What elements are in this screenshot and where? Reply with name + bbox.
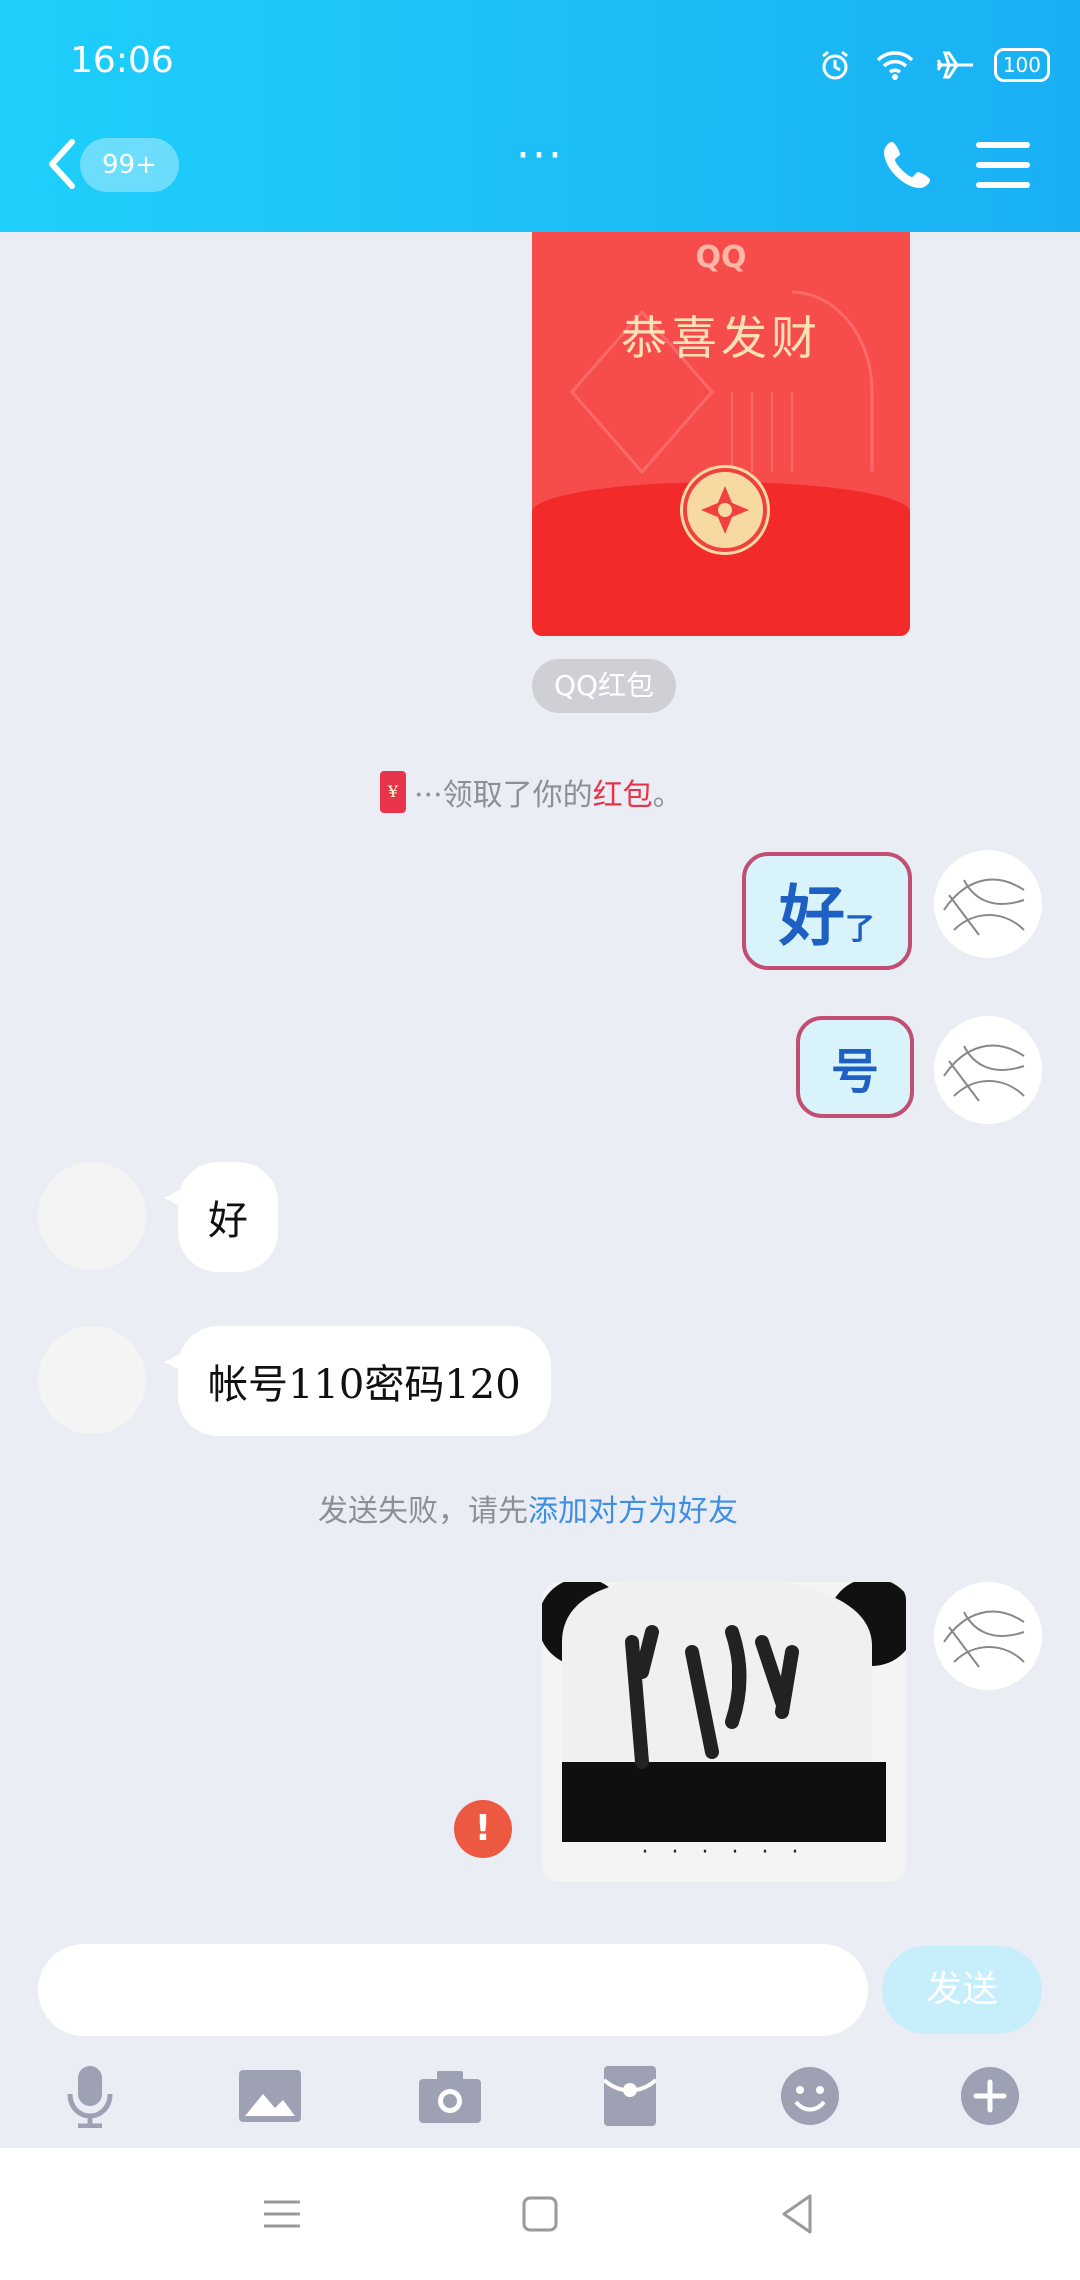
contact-avatar[interactable]	[38, 1162, 146, 1270]
plus-icon[interactable]	[958, 2064, 1022, 2128]
sticker-text: 号	[830, 1044, 879, 1100]
sticker-subtext: 了	[845, 912, 875, 947]
system-notice-failed: 发送失败，请先添加对方为好友	[318, 1486, 738, 1530]
image-icon[interactable]	[238, 2064, 302, 2128]
send-failed-icon[interactable]: !	[454, 1800, 512, 1858]
panda-caption: · · · · · ·	[641, 1840, 807, 1865]
system-notice-received: ¥ ···领取了你的红包。	[380, 770, 683, 814]
red-packet-tool-icon[interactable]	[598, 2064, 662, 2128]
emoji-icon[interactable]	[778, 2064, 842, 2128]
phone-call-button[interactable]	[880, 136, 936, 192]
menu-icon[interactable]	[976, 140, 1030, 190]
microphone-icon[interactable]	[58, 2064, 122, 2128]
coin-icon	[683, 468, 767, 552]
message-input[interactable]	[38, 1944, 868, 2036]
red-packet-link[interactable]: 红包	[593, 778, 653, 813]
notice-text: 发送失败，请先	[318, 1494, 528, 1529]
camera-icon[interactable]	[418, 2064, 482, 2128]
red-packet-brand: QQ	[695, 240, 747, 275]
status-icons: 100	[814, 44, 1050, 86]
send-button[interactable]: 发送	[882, 1946, 1042, 2034]
notice-text: ···领取了你的	[414, 778, 593, 813]
red-packet-card[interactable]: QQ 恭喜发财	[532, 232, 910, 636]
chat-header	[0, 0, 1080, 232]
incoming-message-bubble[interactable]: 帐号110密码120	[164, 1326, 551, 1436]
panda-meme-image[interactable]: · · · · · ·	[542, 1582, 906, 1882]
red-packet-greeting: 恭喜发财	[621, 311, 821, 365]
sticker-message[interactable]: 好了	[742, 852, 912, 970]
status-time: 16:06	[70, 40, 174, 81]
notice-suffix: 。	[652, 778, 683, 813]
incoming-message-bubble[interactable]: 好	[164, 1162, 278, 1272]
my-avatar[interactable]	[934, 850, 1042, 958]
red-packet-icon: ¥	[380, 771, 406, 813]
add-friend-link[interactable]: 添加对方为好友	[528, 1494, 738, 1529]
recent-apps-icon[interactable]	[258, 2190, 306, 2238]
red-packet-tag: QQ红包	[532, 659, 676, 713]
my-avatar[interactable]	[934, 1016, 1042, 1124]
sticker-message[interactable]: 号	[796, 1016, 914, 1118]
unread-count-badge[interactable]: 99+	[80, 138, 179, 192]
battery-indicator: 100	[993, 48, 1050, 82]
alarm-icon	[814, 44, 856, 86]
airplane-icon	[934, 44, 976, 86]
back-button[interactable]	[40, 134, 84, 194]
my-avatar[interactable]	[934, 1582, 1042, 1690]
wifi-icon	[874, 44, 916, 86]
sticker-text: 好	[779, 878, 845, 955]
home-icon[interactable]	[516, 2190, 564, 2238]
contact-avatar[interactable]	[38, 1326, 146, 1434]
back-nav-icon[interactable]	[774, 2190, 822, 2238]
chat-title: ···	[516, 130, 564, 181]
